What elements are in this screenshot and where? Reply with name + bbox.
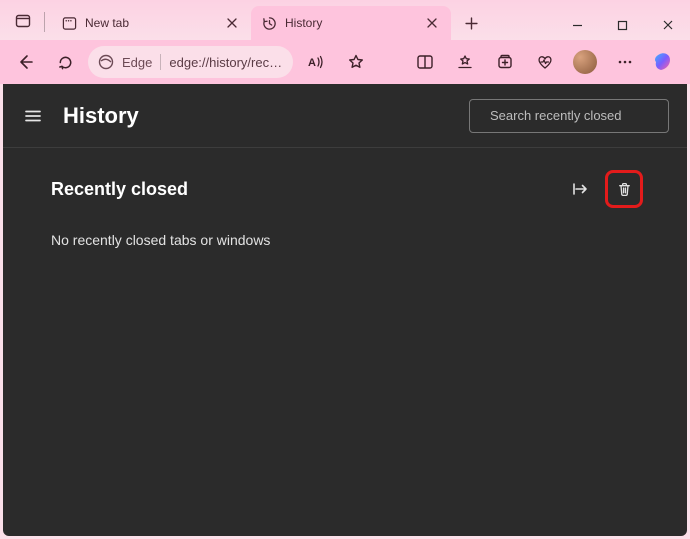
maximize-icon <box>617 20 628 31</box>
copilot-button[interactable] <box>648 45 682 79</box>
close-icon <box>427 18 437 28</box>
recently-closed-section: Recently closed No recently closed tabs … <box>3 148 687 274</box>
history-page: History Recently closed No recently clos… <box>3 84 687 536</box>
open-tab-icon <box>571 180 589 198</box>
split-screen-button[interactable] <box>408 45 442 79</box>
window-controls <box>555 10 690 40</box>
window-close-button[interactable] <box>645 10 690 40</box>
tab-strip: New tab History <box>8 6 555 40</box>
arrow-left-icon <box>16 53 34 71</box>
favorites-list-icon <box>456 53 474 71</box>
collections-icon <box>496 53 514 71</box>
more-button[interactable] <box>608 45 642 79</box>
history-page-header: History <box>3 84 687 148</box>
section-header: Recently closed <box>51 174 639 204</box>
svg-text:A: A <box>308 57 316 69</box>
close-icon <box>227 18 237 28</box>
collections-button[interactable] <box>488 45 522 79</box>
section-title: Recently closed <box>51 179 565 200</box>
refresh-icon <box>57 54 74 71</box>
profile-button[interactable] <box>568 45 602 79</box>
tab-close-button[interactable] <box>223 14 241 32</box>
tab-actions-icon <box>15 13 31 29</box>
open-all-button[interactable] <box>565 174 595 204</box>
tab-title: New tab <box>85 16 217 30</box>
more-horizontal-icon <box>616 53 634 71</box>
close-icon <box>662 19 674 31</box>
address-site-label: Edge <box>122 55 152 70</box>
favorites-button[interactable] <box>448 45 482 79</box>
tab-close-button[interactable] <box>423 14 441 32</box>
tab-title: History <box>285 16 417 30</box>
history-icon <box>261 15 277 31</box>
refresh-button[interactable] <box>48 45 82 79</box>
favorite-button[interactable] <box>339 45 373 79</box>
hamburger-icon <box>24 107 42 125</box>
clear-all-button[interactable] <box>609 174 639 204</box>
split-screen-icon <box>416 53 434 71</box>
tab-history[interactable]: History <box>251 6 451 40</box>
page-title: History <box>63 103 451 129</box>
read-aloud-button[interactable]: A <box>299 45 333 79</box>
tab-new-tab[interactable]: New tab <box>51 6 251 40</box>
tab-actions-button[interactable] <box>8 6 38 36</box>
copilot-icon <box>653 50 677 74</box>
trash-icon <box>616 181 633 198</box>
plus-icon <box>465 17 478 30</box>
window-maximize-button[interactable] <box>600 10 645 40</box>
window-minimize-button[interactable] <box>555 10 600 40</box>
edge-logo-icon <box>98 54 114 70</box>
back-button[interactable] <box>8 45 42 79</box>
search-input[interactable] <box>490 108 666 123</box>
browser-essentials-button[interactable] <box>528 45 562 79</box>
read-aloud-icon: A <box>307 53 325 71</box>
address-bar[interactable]: Edge edge://history/rec… <box>88 46 293 78</box>
section-actions <box>565 174 639 204</box>
avatar-icon <box>573 50 597 74</box>
minimize-icon <box>572 20 583 31</box>
new-tab-button[interactable] <box>457 9 485 37</box>
separator <box>160 54 161 70</box>
heart-pulse-icon <box>536 53 554 71</box>
browser-toolbar: Edge edge://history/rec… A <box>0 40 690 84</box>
star-icon <box>347 53 365 71</box>
new-tab-page-icon <box>61 15 77 31</box>
separator <box>44 12 45 32</box>
window-titlebar: New tab History <box>0 0 690 40</box>
empty-state-text: No recently closed tabs or windows <box>51 232 639 248</box>
menu-button[interactable] <box>21 104 45 128</box>
search-box[interactable] <box>469 99 669 133</box>
address-url-text: edge://history/rec… <box>169 55 283 70</box>
